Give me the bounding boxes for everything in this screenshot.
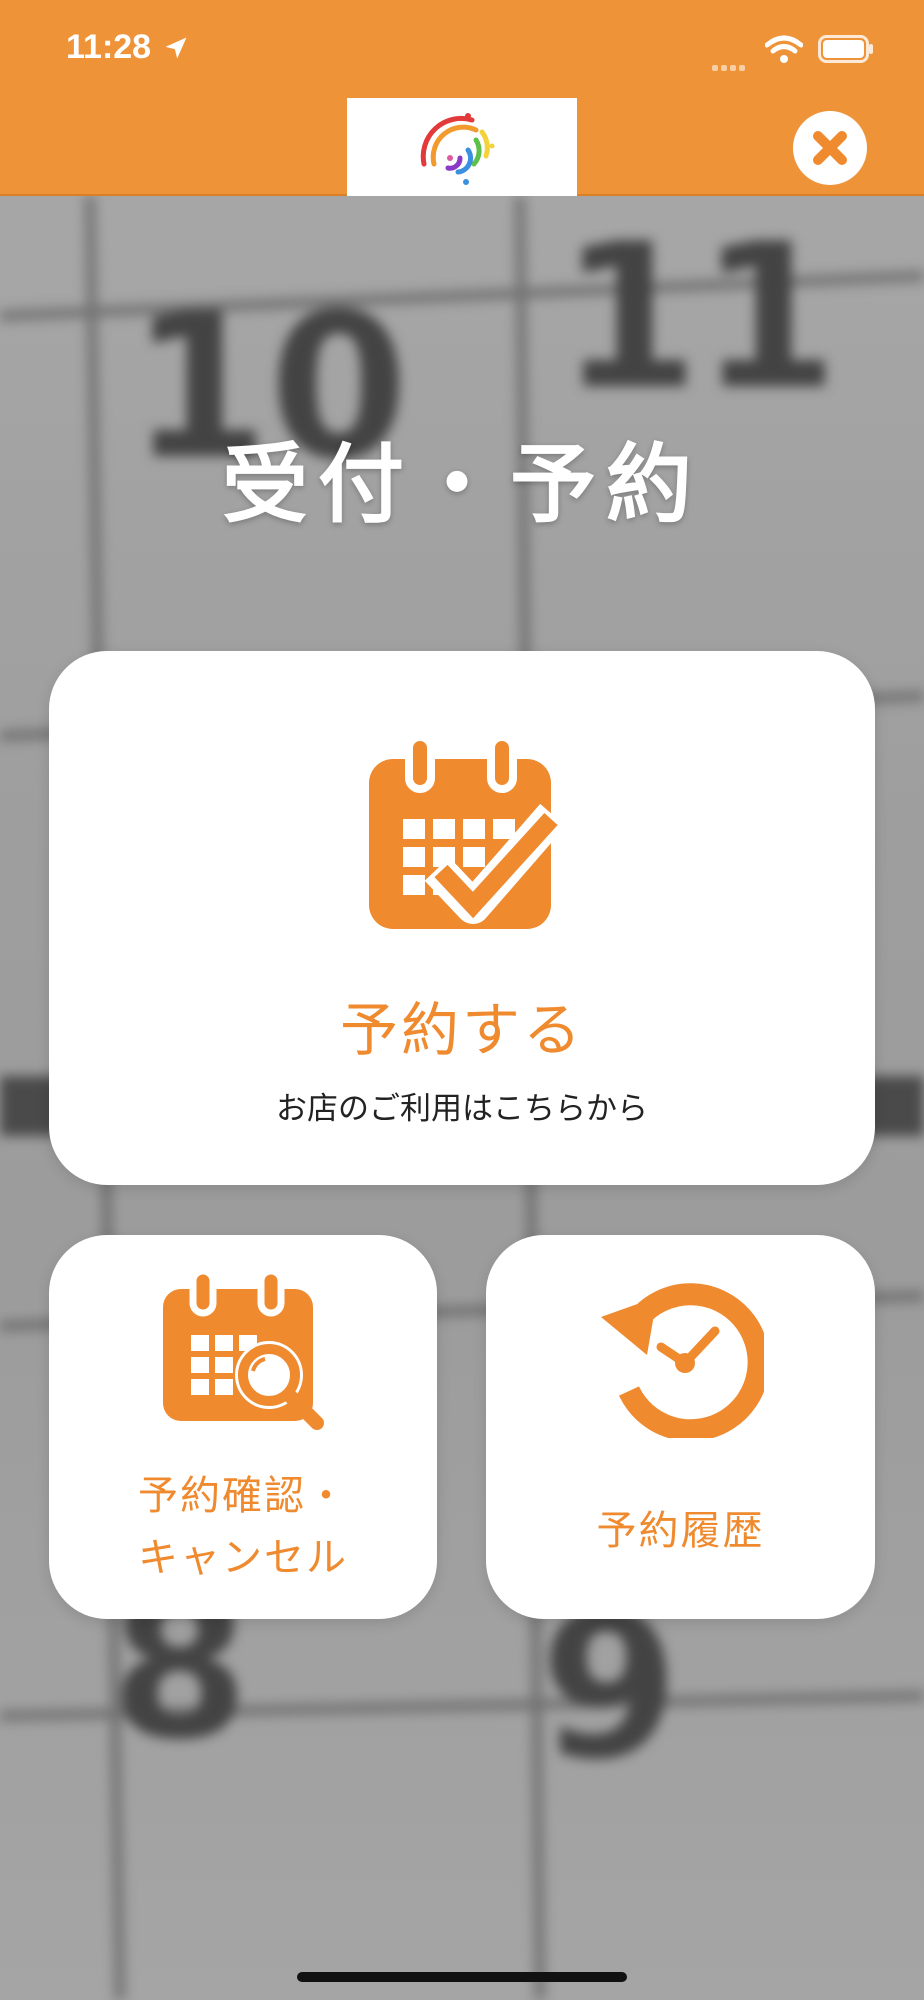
calendar-search-icon xyxy=(163,1271,324,1430)
reserve-sub-label: お店のご利用はこちらから xyxy=(276,1091,648,1127)
header-bar: 11:28 xyxy=(0,0,924,196)
confirm-cancel-label-line2: キャンセル xyxy=(138,1535,348,1581)
page-title: 受付・予約 xyxy=(222,435,702,535)
home-indicator[interactable] xyxy=(297,1972,627,1982)
reserve-label: 予約する xyxy=(339,996,584,1064)
calendar-check-icon xyxy=(369,737,566,929)
confirm-cancel-label-line1: 予約確認・ xyxy=(138,1473,348,1519)
confirm-cancel-card[interactable]: 予約確認・ キャンセル xyxy=(49,1235,437,1619)
cellular-signal-icon xyxy=(712,56,748,75)
close-button[interactable] xyxy=(793,111,867,185)
battery-icon xyxy=(818,35,873,63)
rainbow-logo-icon xyxy=(420,113,495,185)
confirm-cancel-label: 予約確認・ キャンセル xyxy=(49,1465,437,1589)
history-clock-icon xyxy=(601,1283,764,1438)
history-label: 予約履歴 xyxy=(596,1508,765,1554)
close-icon xyxy=(813,131,847,165)
reserve-card[interactable]: 予約する お店のご利用はこちらから xyxy=(49,651,875,1185)
app-logo[interactable] xyxy=(347,98,577,196)
history-card[interactable]: 予約履歴 xyxy=(486,1235,875,1619)
wifi-icon xyxy=(765,35,803,63)
status-time: 11:28 xyxy=(66,28,152,66)
location-arrow-icon xyxy=(165,37,187,59)
